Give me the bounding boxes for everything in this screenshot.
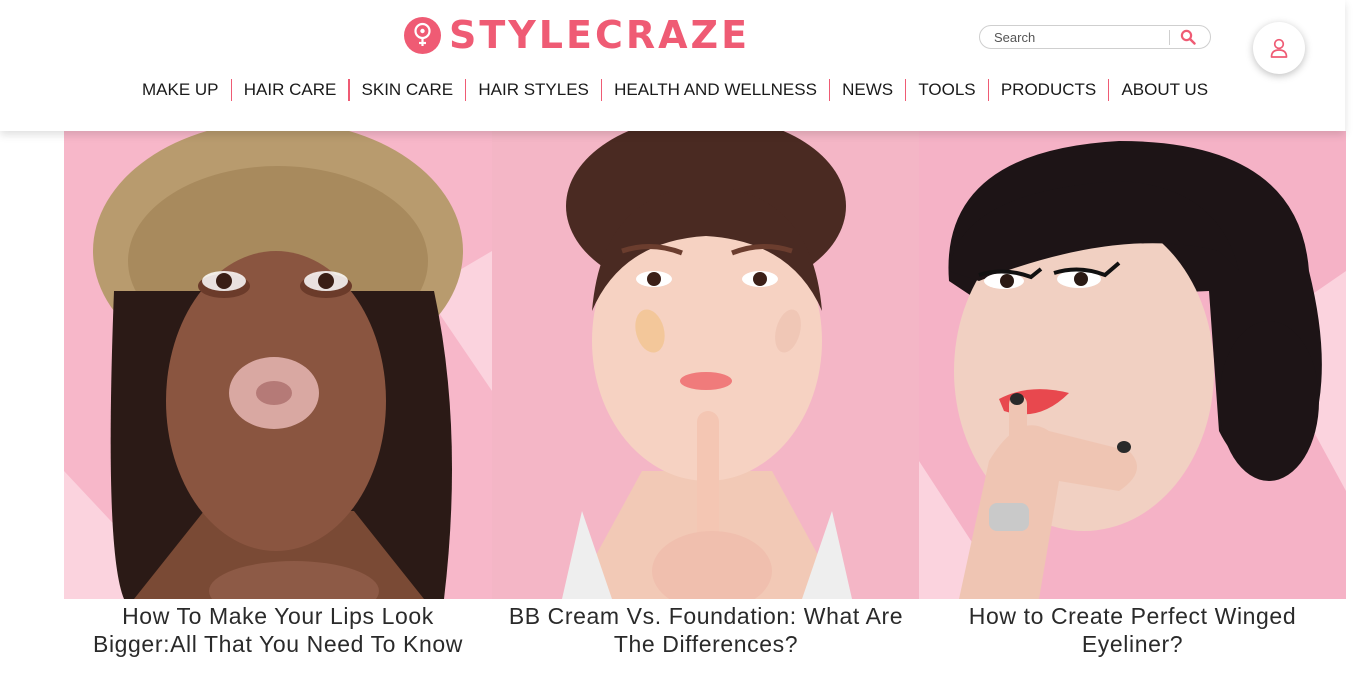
- article-title-line: The Differences?: [613, 631, 799, 657]
- article-title-line: How To Make Your Lips Look: [122, 603, 434, 629]
- article-title[interactable]: BB Cream Vs. Foundation: What Are The Di…: [492, 602, 920, 658]
- article-card[interactable]: How To Make Your Lips Look Bigger:All Th…: [64, 131, 492, 671]
- nav-item-news[interactable]: NEWS: [830, 78, 905, 102]
- main-nav: MAKE UP HAIR CARE SKIN CARE HAIR STYLES …: [130, 78, 1220, 102]
- nav-item-products[interactable]: PRODUCTS: [989, 78, 1108, 102]
- article-title-line: BB Cream Vs. Foundation: What Are: [508, 603, 904, 629]
- search-input[interactable]: [994, 29, 1164, 45]
- nav-item-hair-care[interactable]: HAIR CARE: [232, 78, 349, 102]
- user-icon: [1270, 38, 1288, 58]
- article-title-line: Eyeliner?: [1081, 631, 1184, 657]
- article-title-line: Bigger:All That You Need To Know: [93, 631, 463, 657]
- article-image[interactable]: [492, 131, 920, 599]
- logo-icon: [404, 16, 441, 54]
- article-card[interactable]: BB Cream Vs. Foundation: What Are The Di…: [492, 131, 920, 671]
- article-title[interactable]: How To Make Your Lips Look Bigger:All Th…: [64, 602, 492, 658]
- site-header: STYLECRAZE MAKE UP HAIR CARE SKIN CARE H…: [0, 0, 1345, 131]
- article-image[interactable]: [64, 131, 492, 599]
- article-card[interactable]: How to Create Perfect Winged Eyeliner?: [919, 131, 1346, 671]
- search-icon: [1180, 29, 1196, 45]
- nav-item-tools[interactable]: TOOLS: [906, 78, 987, 102]
- nav-item-hair-styles[interactable]: HAIR STYLES: [466, 78, 601, 102]
- nav-item-skin-care[interactable]: SKIN CARE: [350, 78, 466, 102]
- nav-item-about-us[interactable]: ABOUT US: [1109, 78, 1220, 102]
- article-grid: How To Make Your Lips Look Bigger:All Th…: [64, 131, 1346, 671]
- search-button[interactable]: [1178, 28, 1198, 46]
- brand-name: STYLECRAZE: [449, 13, 751, 57]
- article-image[interactable]: [919, 131, 1346, 599]
- article-title-line: How to Create Perfect Winged: [968, 603, 1297, 629]
- search-box: [979, 25, 1211, 49]
- article-title[interactable]: How to Create Perfect Winged Eyeliner?: [919, 602, 1346, 658]
- nav-item-make-up[interactable]: MAKE UP: [130, 78, 231, 102]
- search-divider: [1169, 30, 1170, 45]
- site-logo[interactable]: STYLECRAZE: [404, 16, 750, 54]
- account-button[interactable]: [1253, 22, 1305, 74]
- nav-item-health-and-wellness[interactable]: HEALTH AND WELLNESS: [602, 78, 829, 102]
